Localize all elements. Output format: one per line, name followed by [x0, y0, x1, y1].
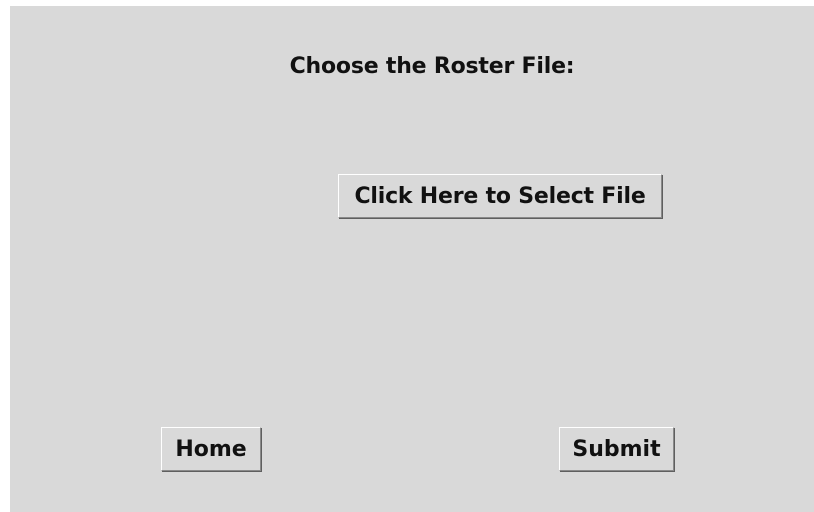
- select-file-button[interactable]: Click Here to Select File: [338, 174, 662, 218]
- submit-button[interactable]: Submit: [559, 427, 674, 471]
- home-button[interactable]: Home: [161, 427, 261, 471]
- page-title: Choose the Roster File:: [289, 54, 575, 79]
- roster-file-window: Choose the Roster File: Click Here to Se…: [10, 6, 814, 512]
